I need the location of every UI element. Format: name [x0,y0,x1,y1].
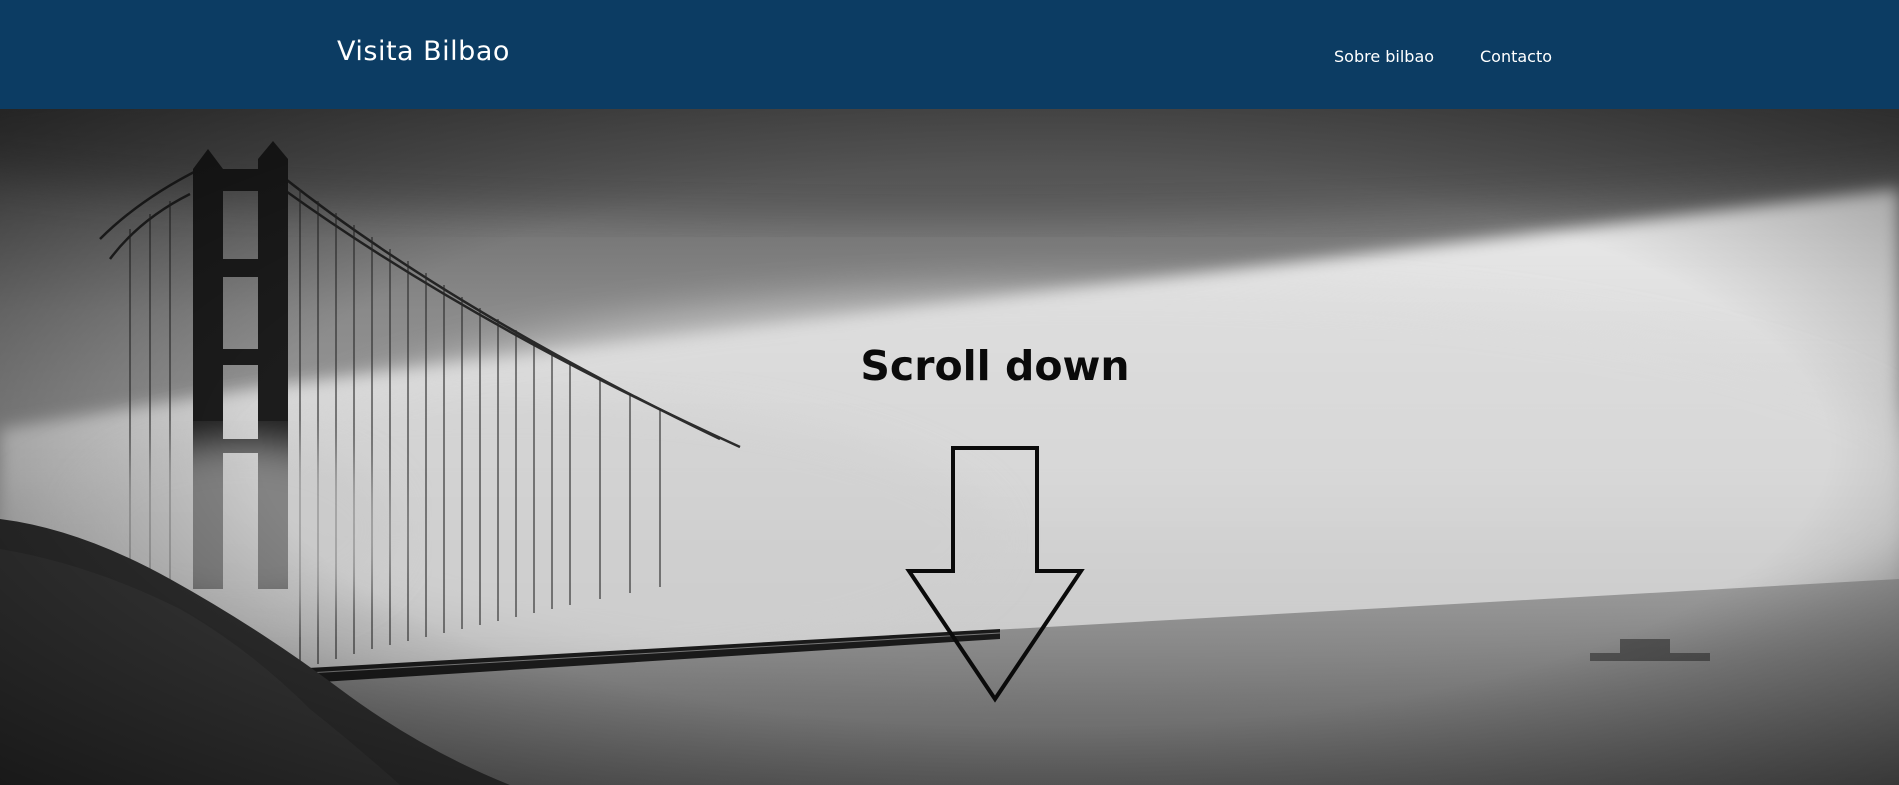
nav-link-sobre-bilbao[interactable]: Sobre bilbao [1334,49,1434,65]
hero-section: Scroll down [0,109,1899,785]
scroll-down-heading: Scroll down [860,342,1130,390]
arrow-down-icon[interactable] [905,445,1085,707]
brand-logo-link[interactable]: Visita Bilbao [337,38,510,65]
top-navbar: Visita Bilbao Sobre bilbao Contacto [0,0,1899,109]
nav-link-contacto[interactable]: Contacto [1480,49,1552,65]
